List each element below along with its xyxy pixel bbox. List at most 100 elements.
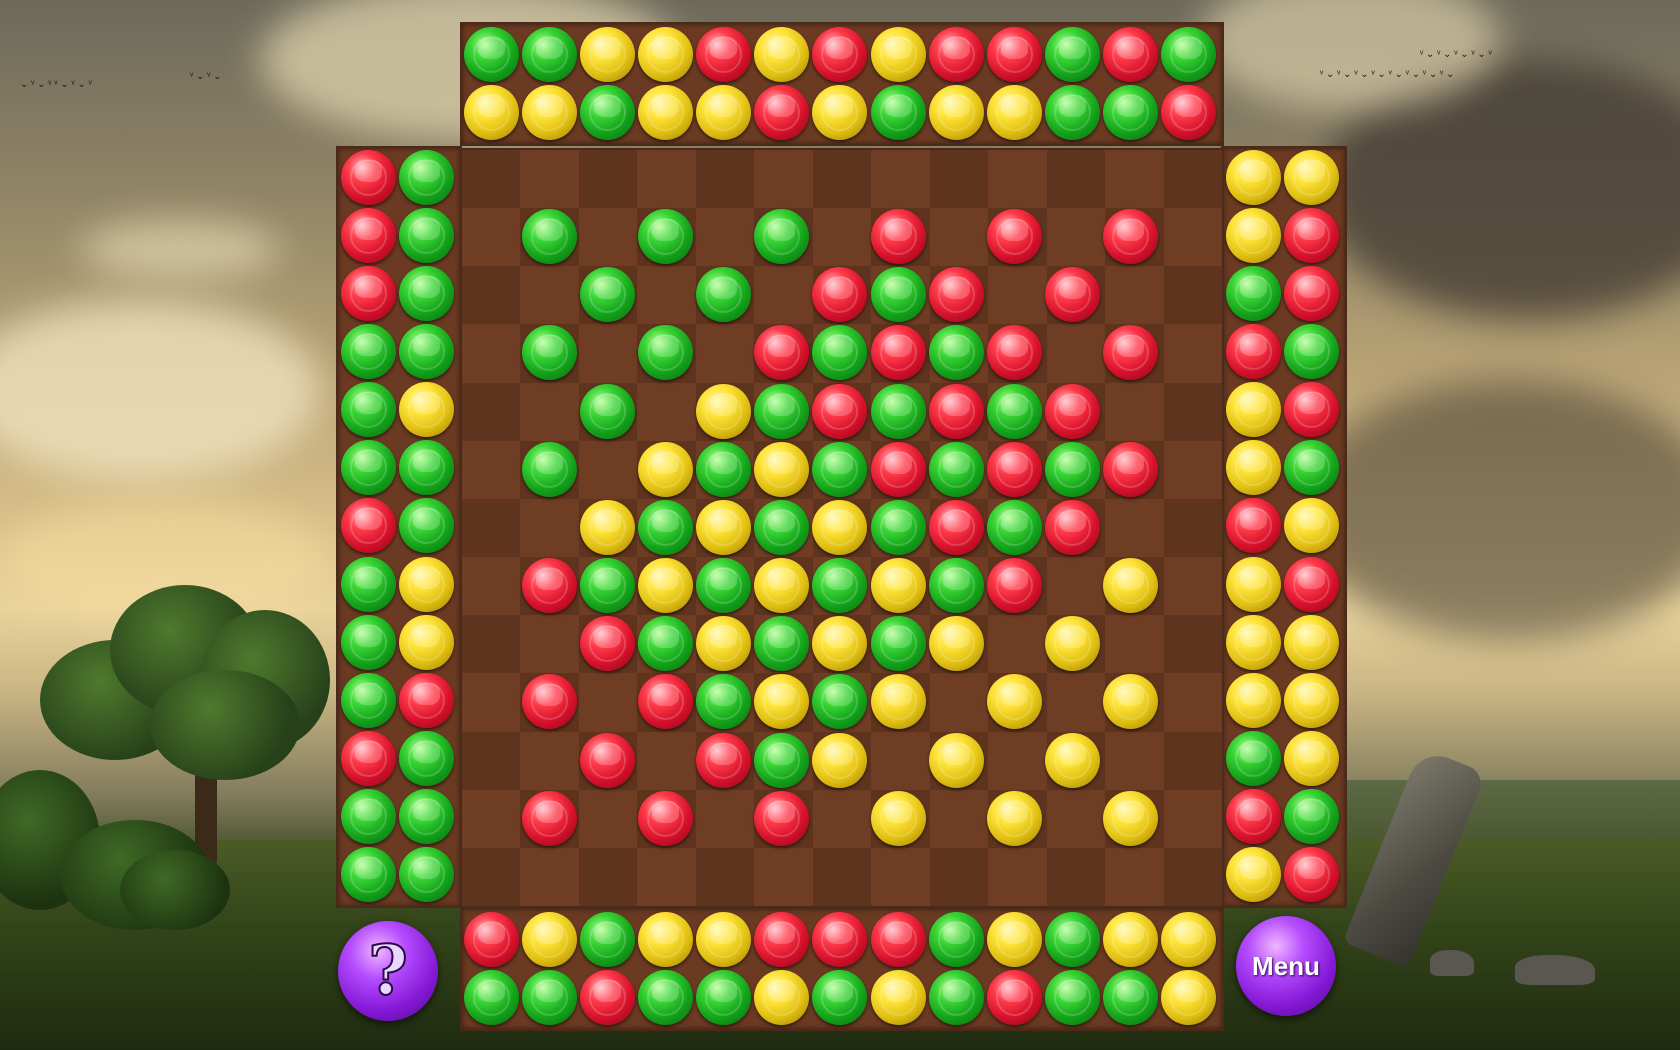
top-rack-yellow-gem[interactable]	[870, 27, 926, 82]
bottom-rack-red-gem[interactable]	[870, 912, 926, 967]
board-cell[interactable]	[520, 150, 578, 208]
board-green-gem[interactable]	[521, 209, 577, 265]
top-rack-yellow-gem[interactable]	[637, 27, 693, 82]
board-cell[interactable]	[1105, 499, 1163, 557]
top-rack-green-gem[interactable]	[579, 85, 635, 140]
board-cell[interactable]	[1046, 150, 1106, 209]
bottom-rack-green-gem[interactable]	[928, 970, 984, 1025]
left-rack-yellow-gem[interactable]	[399, 614, 454, 670]
board-green-gem[interactable]	[754, 209, 810, 265]
board-green-gem[interactable]	[870, 616, 926, 672]
board-cell[interactable]	[1164, 441, 1222, 499]
left-rack-green-gem[interactable]	[341, 789, 396, 845]
help-button[interactable]: ?	[338, 921, 438, 1021]
top-rack-yellow-gem[interactable]	[637, 85, 693, 140]
board-green-gem[interactable]	[754, 499, 810, 555]
board-cell[interactable]	[696, 324, 754, 382]
top-rack-green-gem[interactable]	[870, 85, 926, 140]
board-cell[interactable]	[462, 266, 521, 325]
top-rack-green-gem[interactable]	[463, 27, 519, 82]
board-yellow-gem[interactable]	[696, 616, 752, 672]
board-cell[interactable]	[695, 847, 755, 906]
right-rack-yellow-gem[interactable]	[1226, 382, 1281, 438]
board-cell[interactable]	[1047, 208, 1105, 266]
board-red-gem[interactable]	[928, 383, 984, 439]
board-yellow-gem[interactable]	[1103, 558, 1159, 614]
board-cell[interactable]	[462, 673, 520, 731]
board-red-gem[interactable]	[928, 499, 984, 555]
board-cell[interactable]	[696, 208, 754, 266]
board-cell[interactable]	[462, 790, 520, 848]
board-cell[interactable]	[1105, 615, 1163, 673]
top-rack-green-gem[interactable]	[1045, 85, 1100, 140]
board-cell[interactable]	[988, 848, 1046, 906]
bottom-rack-yellow-gem[interactable]	[696, 912, 752, 967]
bottom-rack-yellow-gem[interactable]	[754, 970, 810, 1025]
left-rack-green-gem[interactable]	[341, 847, 396, 903]
right-rack-yellow-gem[interactable]	[1284, 498, 1339, 554]
board-cell[interactable]	[520, 615, 578, 673]
board-green-gem[interactable]	[1045, 441, 1100, 497]
right-rack-green-gem[interactable]	[1284, 440, 1339, 496]
board-cell[interactable]	[579, 441, 637, 499]
board-yellow-gem[interactable]	[754, 558, 810, 614]
left-rack-green-gem[interactable]	[341, 672, 396, 728]
bottom-rack-yellow-gem[interactable]	[521, 912, 577, 967]
board-cell[interactable]	[930, 673, 988, 731]
board-red-gem[interactable]	[928, 267, 984, 323]
board-red-gem[interactable]	[637, 790, 693, 846]
left-rack-green-gem[interactable]	[399, 149, 454, 205]
left-rack-green-gem[interactable]	[399, 440, 454, 496]
board-cell[interactable]	[1164, 673, 1222, 731]
board-red-gem[interactable]	[986, 325, 1042, 381]
board-cell[interactable]	[520, 732, 578, 790]
top-rack-red-gem[interactable]	[928, 27, 984, 82]
right-rack-red-gem[interactable]	[1226, 789, 1281, 845]
bottom-rack-green-gem[interactable]	[1045, 970, 1100, 1025]
board-red-gem[interactable]	[870, 209, 926, 265]
left-rack-yellow-gem[interactable]	[399, 556, 454, 612]
board-cell[interactable]	[1047, 673, 1105, 731]
board-cell[interactable]	[754, 150, 812, 208]
top-rack-green-gem[interactable]	[1161, 27, 1217, 82]
board-cell[interactable]	[930, 790, 988, 848]
board-cell[interactable]	[988, 615, 1046, 673]
right-rack-yellow-gem[interactable]	[1284, 149, 1339, 205]
board-cell[interactable]	[1105, 732, 1163, 790]
board-yellow-gem[interactable]	[1045, 732, 1100, 788]
right-rack-green-gem[interactable]	[1284, 323, 1339, 379]
board-green-gem[interactable]	[870, 499, 926, 555]
board-green-gem[interactable]	[986, 383, 1042, 439]
board-cell[interactable]	[1163, 731, 1222, 790]
board-green-gem[interactable]	[986, 499, 1042, 555]
board-red-gem[interactable]	[1045, 383, 1100, 439]
top-rack-red-gem[interactable]	[812, 27, 868, 82]
board-yellow-gem[interactable]	[1045, 616, 1100, 672]
board-cell[interactable]	[1046, 847, 1106, 906]
board-green-gem[interactable]	[928, 325, 984, 381]
right-rack-yellow-gem[interactable]	[1226, 847, 1281, 903]
bottom-rack-red-gem[interactable]	[812, 912, 868, 967]
board-cell[interactable]	[462, 441, 520, 499]
board-yellow-gem[interactable]	[870, 558, 926, 614]
board-cell[interactable]	[1163, 615, 1222, 674]
board-yellow-gem[interactable]	[696, 383, 752, 439]
bottom-rack-green-gem[interactable]	[696, 970, 752, 1025]
top-rack-red-gem[interactable]	[986, 27, 1042, 82]
board-cell[interactable]	[462, 731, 521, 790]
board-cell[interactable]	[462, 382, 521, 441]
top-rack-yellow-gem[interactable]	[463, 85, 519, 140]
right-rack-red-gem[interactable]	[1284, 847, 1339, 903]
board-cell[interactable]	[871, 848, 929, 906]
bottom-rack-yellow-gem[interactable]	[637, 912, 693, 967]
board-green-gem[interactable]	[870, 267, 926, 323]
board-cell[interactable]	[1105, 383, 1163, 441]
board-red-gem[interactable]	[1103, 441, 1159, 497]
board-cell[interactable]	[637, 383, 695, 441]
board-cell[interactable]	[579, 208, 637, 266]
menu-button[interactable]: Menu	[1236, 916, 1336, 1016]
top-rack-yellow-gem[interactable]	[812, 85, 868, 140]
board-yellow-gem[interactable]	[812, 732, 868, 788]
right-rack-yellow-gem[interactable]	[1226, 149, 1281, 205]
board-green-gem[interactable]	[579, 267, 635, 323]
